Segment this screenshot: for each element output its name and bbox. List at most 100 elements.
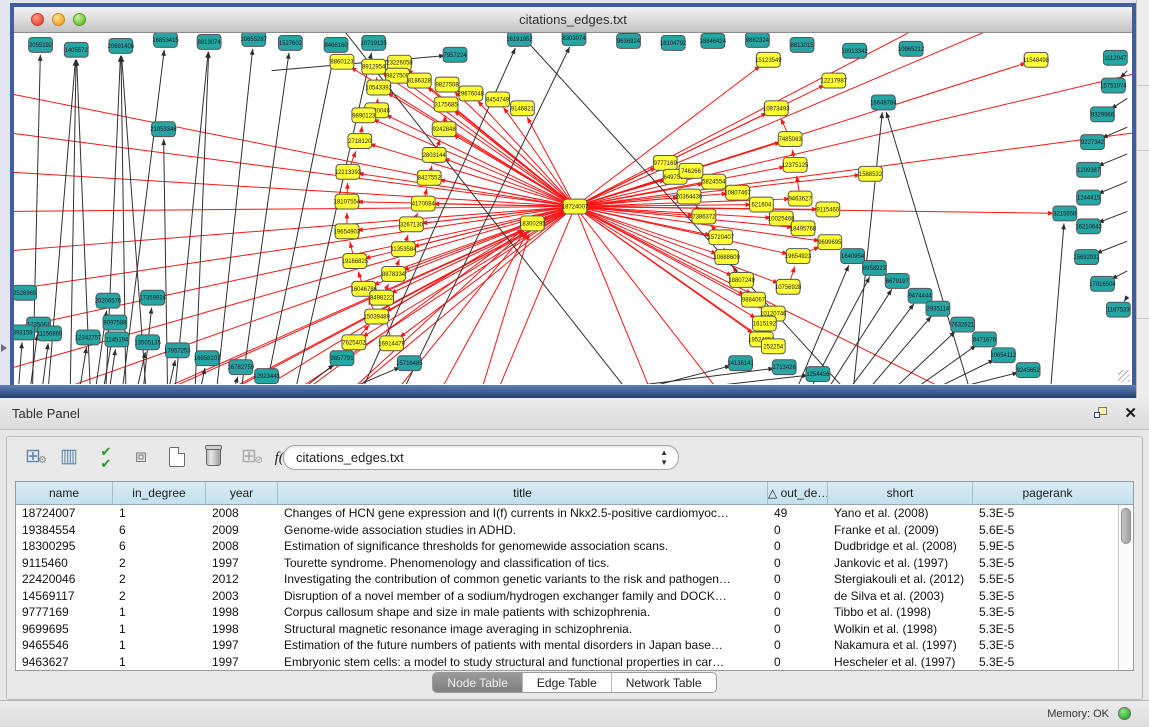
graph-node[interactable]: 15123549	[755, 52, 782, 67]
graph-node[interactable]: 1527602	[279, 35, 303, 50]
graph-node[interactable]: 1112047	[1103, 50, 1127, 65]
row-height-icon[interactable]: ⧈	[128, 444, 154, 470]
graph-node[interactable]: 10756928	[775, 279, 802, 294]
graph-node[interactable]: 3175685	[434, 97, 458, 112]
tab-edge-table[interactable]: Edge Table	[523, 673, 612, 692]
graph-node[interactable]: 6679197	[885, 273, 909, 288]
column-header-pagerank[interactable]: pagerank	[973, 482, 1122, 504]
graph-node[interactable]: 9227342	[1081, 135, 1105, 150]
graph-node[interactable]: 16210643	[1075, 219, 1102, 234]
graph-node[interactable]: 9890123	[352, 108, 376, 123]
graph-node[interactable]: 8813074	[197, 34, 221, 49]
graph-node[interactable]: 14136141	[727, 356, 754, 371]
graph-node[interactable]: 1405572	[64, 42, 88, 57]
graph-node[interactable]: 10965212	[898, 41, 924, 56]
float-window-icon[interactable]	[1094, 407, 1109, 421]
table-row[interactable]: 1456911722003Disruption of a novel membe…	[16, 588, 1133, 605]
graph-node[interactable]: 9115460	[816, 202, 840, 217]
graph-node[interactable]: 16648784	[870, 95, 897, 110]
graph-node[interactable]: 5824554	[702, 174, 726, 189]
graph-node[interactable]: 9862324	[746, 33, 770, 47]
graph-node[interactable]: 16914479	[378, 336, 405, 351]
graph-node[interactable]: 4170084	[411, 196, 435, 211]
graph-node[interactable]: 2935114	[926, 301, 950, 316]
graph-node[interactable]: 19654923	[785, 249, 812, 264]
graph-node[interactable]: 9242848	[432, 122, 456, 137]
graph-node[interactable]: 18495768	[790, 221, 817, 236]
graph-node[interactable]: 8912954	[362, 59, 386, 74]
graph-node[interactable]: 746266	[679, 163, 703, 178]
graph-node[interactable]: 2803144	[422, 148, 446, 163]
graph-node[interactable]: 1209387	[1077, 162, 1101, 177]
graph-node[interactable]: 9777169	[653, 155, 677, 170]
graph-node[interactable]: 8958923	[863, 261, 887, 276]
graph-node[interactable]: 1588532	[859, 166, 883, 181]
graph-node[interactable]: 19654903	[334, 224, 361, 239]
column-header-name[interactable]: name	[16, 482, 113, 504]
graph-node[interactable]: 11353584	[390, 242, 417, 257]
graph-node[interactable]: 18846424	[700, 33, 727, 48]
graph-node[interactable]: 1145194	[105, 332, 129, 347]
table-row[interactable]: 911546021997Tourette syndrome. Phenomeno…	[16, 555, 1133, 572]
import-table-icon[interactable]: ⊞⊘	[236, 444, 262, 470]
table-mode-icon[interactable]: ⊞⚙	[20, 444, 46, 470]
network-canvas[interactable]: 2055192 1405572 20691406 16853415 8813074 106…	[14, 33, 1132, 384]
graph-node[interactable]: 9636924	[617, 33, 641, 48]
graph-node[interactable]: 12213393	[335, 164, 362, 179]
graph-node[interactable]: 1713426	[772, 360, 796, 375]
tab-node-table[interactable]: Node Table	[433, 673, 523, 692]
vertical-scrollbar[interactable]	[1118, 505, 1133, 670]
scrollbar-thumb[interactable]	[1121, 508, 1131, 544]
select-rows-icon[interactable]: ✔✔	[92, 444, 118, 470]
column-header-title[interactable]: title	[278, 482, 768, 504]
table-row[interactable]: 1872400712008Changes of HCN gene express…	[16, 505, 1133, 522]
graph-node[interactable]: 15720407	[708, 230, 734, 245]
graph-node[interactable]: 3215958	[1053, 206, 1077, 221]
graph-node[interactable]: 1254456	[806, 367, 830, 382]
graph-node[interactable]: 18724007	[562, 199, 588, 214]
graph-node[interactable]: 8466160	[324, 37, 348, 52]
graph-node[interactable]: 8303074	[562, 33, 586, 45]
new-file-icon[interactable]	[164, 444, 190, 470]
table-row[interactable]: 946554611997Estimation of the future num…	[16, 637, 1133, 654]
table-row[interactable]: 2242004622012Investigating the contribut…	[16, 571, 1133, 588]
table-row[interactable]: 946362711997Embryonic stem cells: a mode…	[16, 654, 1133, 671]
graph-node[interactable]: 1244415	[1077, 190, 1101, 205]
graph-node[interactable]: 9245652	[1016, 363, 1040, 378]
graph-node[interactable]: 2055192	[29, 37, 53, 52]
graph-node[interactable]: 16104792	[660, 35, 686, 50]
graph-node[interactable]: 17016504	[1089, 276, 1116, 291]
column-header-year[interactable]: year	[206, 482, 278, 504]
graph-node[interactable]: 10688609	[713, 250, 740, 265]
graph-node[interactable]: 21053346	[150, 122, 177, 137]
table-selector-combo[interactable]: citations_edges.txt ▲▼	[283, 445, 679, 470]
window-titlebar[interactable]: citations_edges.txt	[14, 7, 1132, 33]
graph-node[interactable]: 20691406	[108, 38, 135, 53]
graph-node[interactable]: 11156869	[37, 326, 63, 341]
graph-node[interactable]: 9827508	[435, 77, 459, 92]
graph-node[interactable]: 10654112	[990, 348, 1016, 363]
graph-node[interactable]: 16782759	[228, 360, 255, 375]
graph-node[interactable]: 15039489	[363, 309, 390, 324]
graph-node[interactable]: 12375125	[782, 157, 809, 172]
graph-node[interactable]: 16853415	[152, 33, 179, 47]
close-panel-icon[interactable]: ✕	[1124, 404, 1137, 422]
column-header-out_de[interactable]: △ out_de…	[768, 482, 828, 504]
graph-node[interactable]: 9097588	[103, 315, 127, 330]
graph-node[interactable]: 10973493	[763, 101, 790, 116]
graph-node[interactable]: 10543392	[365, 80, 391, 95]
graph-node[interactable]: 1640954	[841, 249, 865, 264]
column-header-in_degree[interactable]: in_degree	[113, 482, 206, 504]
graph-node[interactable]: 11548498	[1023, 52, 1050, 67]
memory-status-icon[interactable]	[1118, 707, 1131, 720]
graph-node[interactable]: 12923448	[253, 369, 280, 384]
graph-node[interactable]: 10655287	[241, 33, 267, 46]
graph-node[interactable]: 16191952	[506, 33, 532, 46]
resize-grip[interactable]	[1118, 370, 1130, 382]
graph-node[interactable]: 15716485	[396, 356, 423, 371]
graph-node[interactable]: 9329966	[1091, 107, 1115, 122]
graph-node[interactable]: 15692931	[1073, 250, 1100, 265]
graph-node[interactable]: 18807249	[728, 272, 755, 287]
graph-node[interactable]: 18300295	[519, 216, 546, 231]
column-header-short[interactable]: short	[828, 482, 973, 504]
